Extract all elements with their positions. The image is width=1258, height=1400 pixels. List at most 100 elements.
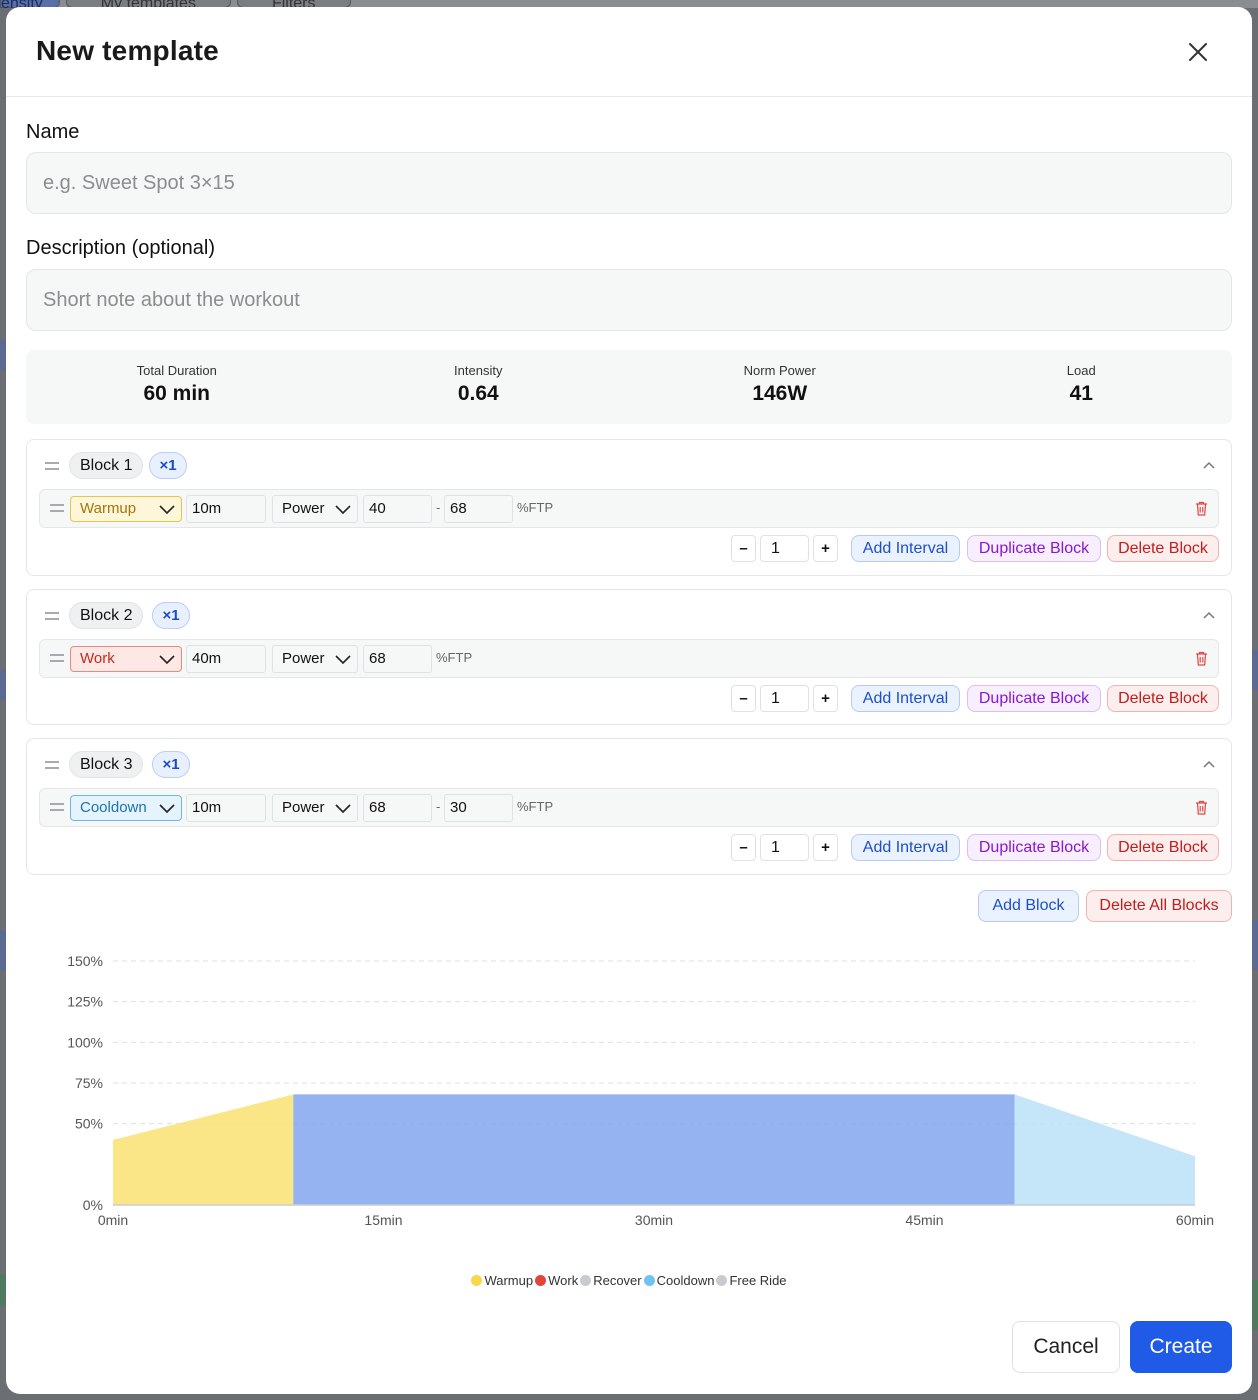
add-interval-button[interactable]: Add Interval [851,535,960,562]
legend-dot-icon [716,1275,728,1286]
block-repeat-input[interactable]: 1 [760,834,809,861]
interval-type-value: Warmup [80,500,137,517]
legend-dot-icon [643,1275,655,1286]
drag-handle-icon[interactable] [45,462,59,470]
interval-row: Cooldown 10m Power 68 - 30 %FTP [39,788,1219,827]
duplicate-block-button[interactable]: Duplicate Block [967,685,1101,712]
interval-type-select[interactable]: Warmup [70,496,182,522]
increment-button[interactable]: + [813,685,838,712]
block-name[interactable]: Block 2 [69,602,144,629]
dialog-header: New template [6,7,1252,97]
target-type-select[interactable]: Power [272,794,358,822]
legend-label: Cooldown [656,1273,715,1288]
increment-button[interactable]: + [813,834,838,861]
block-name[interactable]: Block 1 [69,452,144,479]
legend-item: Warmup [471,1273,533,1288]
target-type-select[interactable]: Power [272,645,358,673]
trash-icon[interactable] [1195,651,1208,666]
interval-row: Work 40m Power 68 %FTP [39,639,1219,678]
x-tick-label: 30min [635,1212,673,1228]
duplicate-block-button[interactable]: Duplicate Block [967,834,1101,861]
legend-dot-icon [471,1275,483,1286]
target-type-value: Power [282,799,325,816]
background-fragment [1251,920,1258,970]
add-block-button[interactable]: Add Block [978,890,1079,922]
name-input[interactable] [26,152,1232,214]
delete-block-button[interactable]: Delete Block [1107,535,1219,562]
interval-duration-input[interactable]: 40m [186,645,266,673]
chevron-up-icon[interactable] [1203,611,1215,619]
interval-row: Warmup 10m Power 40 - 68 %FTP [39,489,1219,528]
x-tick-label: 0min [98,1212,128,1228]
y-tick-label: 50% [75,1116,103,1132]
name-label: Name [26,121,80,143]
drag-handle-icon[interactable] [50,654,64,662]
delete-all-blocks-button[interactable]: Delete All Blocks [1086,890,1232,922]
power-from-input[interactable]: 40 [363,495,432,523]
interval-type-select[interactable]: Work [70,646,182,672]
delete-block-button[interactable]: Delete Block [1107,685,1219,712]
block-repeat-input[interactable]: 1 [760,685,809,712]
stat-value: 0.64 [457,382,499,405]
decrement-button[interactable]: – [731,535,756,562]
trash-icon[interactable] [1195,501,1208,516]
target-type-value: Power [282,650,325,667]
drag-handle-icon[interactable] [50,504,64,512]
workout-block: Block 2 ×1 Work 40m Power 68 %FTP – 1 + … [26,589,1232,725]
drag-handle-icon[interactable] [50,803,64,811]
target-type-select[interactable]: Power [272,495,358,523]
add-interval-button[interactable]: Add Interval [851,685,960,712]
legend-label: Free Ride [729,1273,787,1288]
new-template-dialog: New template Name Description (optional)… [6,7,1252,1394]
stat-label: Norm Power [743,363,816,378]
workout-block: Block 3 ×1 Cooldown 10m Power 68 - 30 %F… [26,738,1232,875]
duplicate-block-button[interactable]: Duplicate Block [967,535,1101,562]
block-repeat-badge[interactable]: ×1 [152,751,190,778]
legend-label: Recover [593,1273,642,1288]
chevron-down-icon [159,655,175,664]
stat-load: Load 41 [931,350,1233,424]
interval-type-select[interactable]: Cooldown [70,795,182,821]
chevron-up-icon[interactable] [1203,760,1215,768]
block-repeat-badge[interactable]: ×1 [149,452,187,479]
add-interval-button[interactable]: Add Interval [851,834,960,861]
power-from-input[interactable]: 68 [363,794,432,822]
drag-handle-icon[interactable] [45,612,59,620]
drag-handle-icon[interactable] [45,761,59,769]
decrement-button[interactable]: – [731,685,756,712]
stat-label: Intensity [454,363,503,378]
workout-profile-chart: 0% 50% 75% 100% 125% 150% 0min 15min 30min 45min 6… [67,955,1214,1228]
y-tick-label: 125% [67,994,103,1010]
power-to-input[interactable]: 30 [444,794,513,822]
increment-button[interactable]: + [813,535,838,562]
block-repeat-input[interactable]: 1 [760,535,809,562]
y-tick-label: 0% [83,1197,103,1213]
legend-item: Work [535,1273,578,1288]
dialog-title: New template [36,35,219,66]
interval-duration-input[interactable]: 10m [186,495,266,523]
legend-item: Free Ride [716,1273,787,1288]
create-button[interactable]: Create [1130,1321,1232,1373]
power-to-input[interactable]: 68 [444,495,513,523]
description-input[interactable] [26,269,1232,331]
power-input[interactable]: 68 [363,645,432,673]
stat-value: 60 min [143,382,211,405]
legend-dot-icon [535,1275,547,1286]
chevron-down-icon [335,655,351,664]
x-tick-label: 60min [1176,1212,1214,1228]
trash-icon[interactable] [1195,800,1208,815]
stat-value: 41 [1069,382,1093,405]
block-name[interactable]: Block 3 [69,751,144,778]
close-icon[interactable] [1186,40,1210,64]
stat-label: Total Duration [136,363,217,378]
unit-label: %FTP [517,500,554,515]
cancel-button[interactable]: Cancel [1012,1321,1120,1373]
block-repeat-badge[interactable]: ×1 [152,602,190,629]
decrement-button[interactable]: – [731,834,756,861]
chevron-up-icon[interactable] [1203,461,1215,469]
interval-duration-input[interactable]: 10m [186,794,266,822]
legend-dot-icon [580,1275,592,1286]
target-type-value: Power [282,500,325,517]
chart-legend: Warmup Work Recover Cooldown Free Ride [6,1273,1252,1288]
delete-block-button[interactable]: Delete Block [1107,834,1219,861]
